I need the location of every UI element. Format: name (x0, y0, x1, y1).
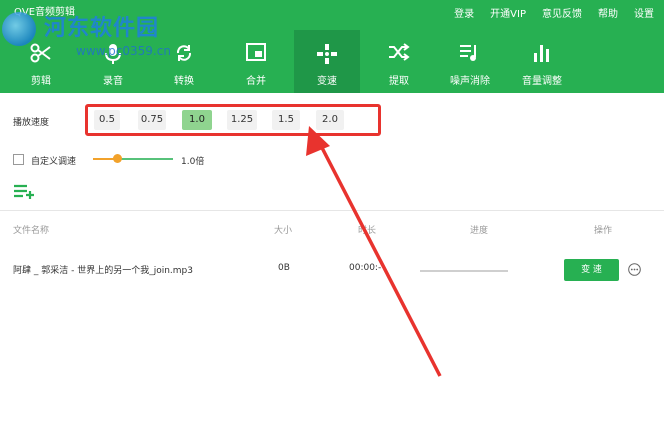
header-bar: QVE音频剪辑 登录 开通VIP 意见反馈 帮助 设置 剪辑 录音 转换 合并 … (0, 0, 664, 93)
tab-speed[interactable]: 变速 (294, 30, 360, 93)
merge-icon (246, 43, 266, 61)
more-options-icon[interactable] (628, 263, 641, 276)
speed-slider-value: 1.0倍 (181, 157, 205, 167)
file-name: 阿肆 _ 郭采洁 - 世界上的另一个我_join.mp3 (13, 266, 193, 276)
col-progress: 进度 (470, 226, 489, 236)
tab-convert-label: 转换 (174, 76, 194, 87)
speed-slider-thumb[interactable] (112, 154, 122, 163)
feedback-link[interactable]: 意见反馈 (542, 5, 582, 20)
file-duration: 00:00:- (349, 263, 382, 273)
tab-volume[interactable]: 音量调整 (509, 30, 575, 93)
login-link[interactable]: 登录 (454, 5, 474, 20)
top-menu: 登录 开通VIP 意见反馈 帮助 设置 (438, 5, 654, 20)
shuffle-icon (389, 43, 410, 61)
tab-extract[interactable]: 提取 (366, 30, 432, 93)
add-file-icon[interactable] (13, 184, 37, 200)
tab-cut-label: 剪辑 (31, 76, 51, 87)
tab-extract-label: 提取 (389, 76, 409, 87)
vip-link[interactable]: 开通VIP (490, 5, 526, 20)
tab-merge[interactable]: 合并 (223, 30, 289, 93)
watermark-logo (2, 12, 36, 46)
custom-speed-label: 自定义调速 (31, 157, 77, 167)
file-table-header: 文件名称 大小 时长 进度 操作 (0, 210, 664, 247)
tab-speed-label: 变速 (317, 76, 337, 87)
highlight-box (85, 104, 381, 136)
col-size: 大小 (274, 226, 293, 236)
speed-action-button[interactable]: 变 速 (564, 259, 619, 281)
watermark-text: 河东软件园 (44, 16, 160, 41)
volume-bars-icon (534, 45, 549, 62)
help-link[interactable]: 帮助 (598, 5, 618, 20)
col-name: 文件名称 (13, 226, 50, 236)
tab-merge-label: 合并 (246, 76, 266, 87)
file-size: 0B (278, 263, 290, 273)
gamepad-icon (317, 44, 337, 64)
noise-icon (460, 45, 476, 61)
progress-bar (420, 270, 508, 272)
tab-noise-label: 噪声消除 (450, 76, 490, 87)
tab-record-label: 录音 (103, 76, 123, 87)
col-duration: 时长 (358, 226, 377, 236)
watermark: 河东软件园 www.pc0359.cn (0, 10, 210, 66)
custom-speed-checkbox[interactable] (13, 154, 24, 165)
tab-volume-label: 音量调整 (522, 76, 562, 87)
speed-label: 播放速度 (13, 118, 50, 128)
watermark-url: www.pc0359.cn (76, 44, 171, 58)
settings-link[interactable]: 设置 (634, 5, 654, 20)
col-action: 操作 (594, 226, 613, 236)
tab-noise[interactable]: 噪声消除 (437, 30, 503, 93)
